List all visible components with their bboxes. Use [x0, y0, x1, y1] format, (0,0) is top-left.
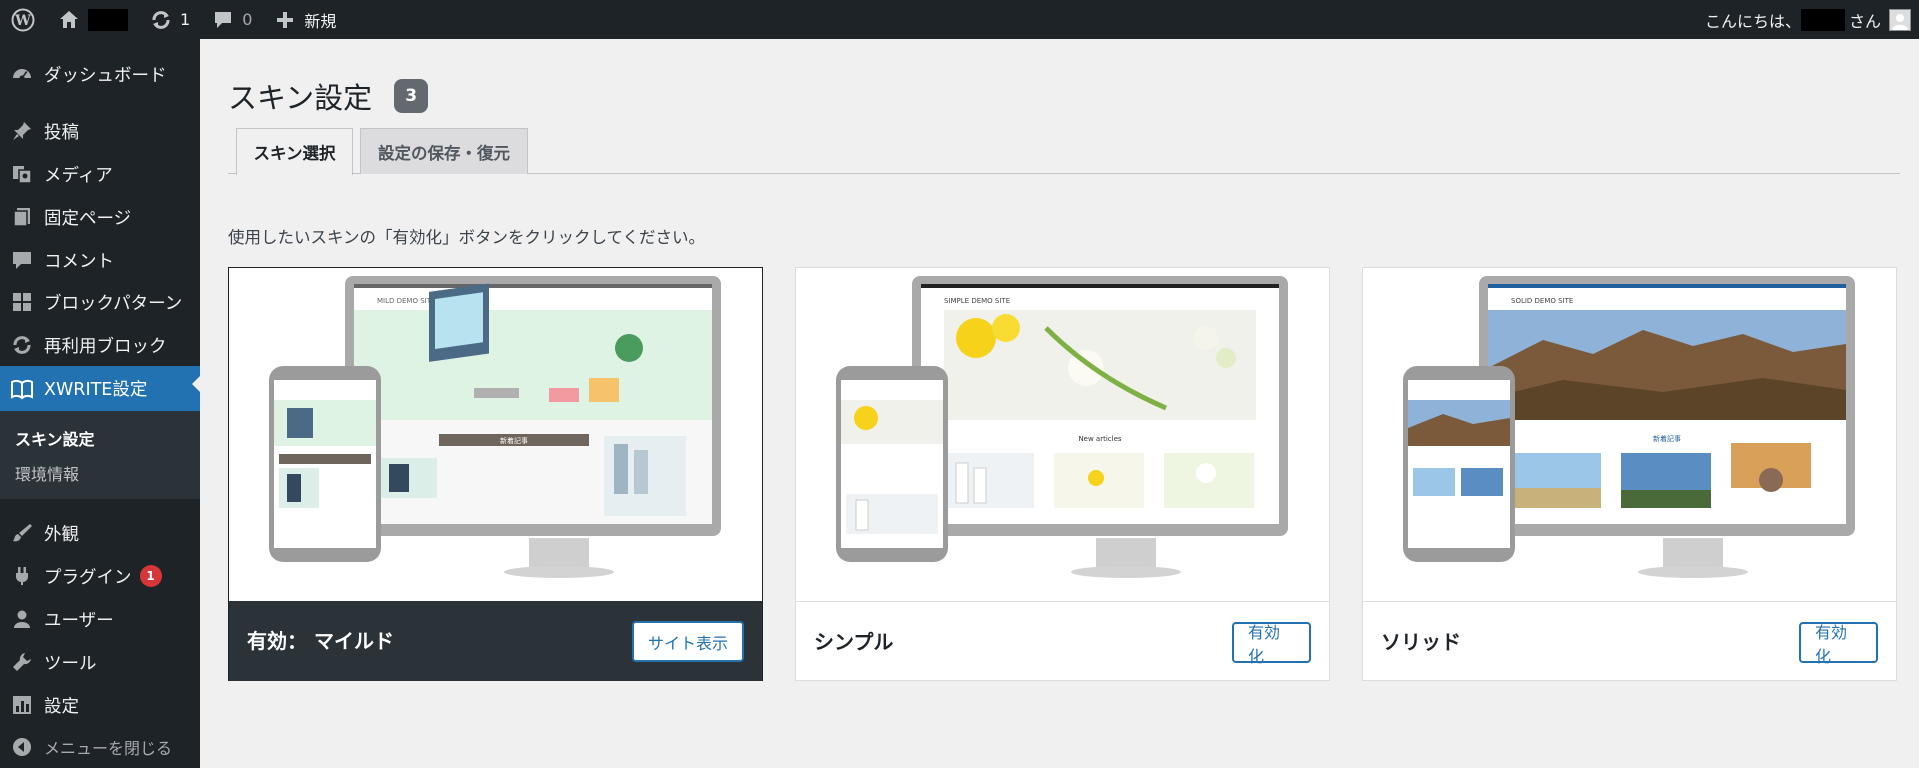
- page-title-text: スキン設定: [228, 81, 373, 115]
- sidebar-item-label: 固定ページ: [44, 208, 132, 229]
- sidebar-item-plugins[interactable]: プラグイン 1: [0, 558, 200, 594]
- greeting-prefix: こんにちは、: [1704, 11, 1801, 31]
- sidebar-item-media[interactable]: メディア: [0, 156, 200, 192]
- sidebar-item-posts[interactable]: 投稿: [0, 113, 200, 149]
- sidebar-item-label: ブロックパターン: [44, 293, 183, 314]
- sidebar-item-pages[interactable]: 固定ページ: [0, 199, 200, 235]
- new-content-link[interactable]: 新規: [262, 0, 346, 39]
- skin-name: 有効： マイルド: [247, 629, 394, 653]
- sidebar-item-users[interactable]: ユーザー: [0, 601, 200, 637]
- user-icon: [0, 608, 44, 630]
- refresh-icon: [148, 7, 174, 33]
- demo-section-label: 新着記事: [1653, 434, 1681, 443]
- skin-card-simple: SIMPLE DEMO SITE New articles シンプル 有効化: [795, 267, 1330, 681]
- sidebar-item-block-patterns[interactable]: ブロックパターン: [0, 284, 200, 320]
- media-icon: [0, 163, 44, 185]
- tab-save-restore[interactable]: 設定の保存・復元: [360, 128, 528, 174]
- collapse-menu-label: メニューを閉じる: [44, 739, 173, 758]
- skin-card-footer: シンプル 有効化: [796, 601, 1329, 681]
- demo-site-title: SOLID DEMO SITE: [1511, 297, 1573, 305]
- greeting-suffix: さん: [1848, 11, 1881, 31]
- sidebar-item-label: コメント: [44, 251, 114, 272]
- page-title: スキン設定 3: [228, 75, 429, 117]
- sidebar-item-xwrite-settings[interactable]: XWRITE設定: [0, 366, 200, 411]
- sidebar-item-label: ユーザー: [44, 610, 114, 631]
- submenu-item-environment-info[interactable]: 環境情報: [15, 461, 79, 485]
- tab-skin-select[interactable]: スキン選択: [236, 128, 353, 175]
- submenu-item-skin-settings[interactable]: スキン設定: [15, 426, 95, 450]
- collapse-menu-button[interactable]: メニューを閉じる: [0, 729, 200, 765]
- demo-site-title: MILD DEMO SITE: [377, 297, 435, 305]
- skin-card-footer: 有効： マイルド サイト表示: [229, 601, 762, 681]
- my-account-link[interactable]: こんにちは、 さん: [1705, 0, 1911, 39]
- wrench-icon: [0, 651, 44, 673]
- svg-text:W: W: [14, 13, 31, 29]
- demo-section-label: New articles: [1078, 435, 1121, 443]
- comments-count: 0: [242, 10, 253, 29]
- refresh-icon: [0, 334, 44, 356]
- demo-section-label: 新着記事: [500, 436, 528, 445]
- admin-sidebar: ダッシュボード 投稿 メディア 固定ページ コメント ブロックパターン 再利用ブ…: [0, 39, 200, 768]
- activate-button[interactable]: 有効化: [1232, 622, 1311, 666]
- activate-button[interactable]: 有効化: [1799, 622, 1878, 666]
- demo-site-title: SIMPLE DEMO SITE: [944, 297, 1010, 305]
- pin-icon: [0, 120, 44, 142]
- plugin-update-badge: 1: [139, 565, 162, 587]
- sidebar-item-label: ダッシュボード: [44, 65, 167, 86]
- skin-card-solid: SOLID DEMO SITE 新着記事 ソリッド 有効化: [1362, 267, 1897, 681]
- admin-bar: W 1 0 新規 こんにちは、 さん: [0, 0, 1919, 39]
- brush-icon: [0, 522, 44, 544]
- main-content: スキン設定 3 スキン選択 設定の保存・復元 使用したいスキンの「有効化」ボタン…: [200, 39, 1919, 768]
- wordpress-logo-button[interactable]: W: [0, 0, 46, 39]
- sidebar-item-label: 外観: [44, 524, 79, 545]
- new-label: 新規: [304, 11, 337, 31]
- site-home-link[interactable]: [46, 0, 138, 39]
- skin-name: シンプル: [814, 630, 894, 654]
- skin-name: ソリッド: [1381, 630, 1461, 654]
- skin-preview-image: SIMPLE DEMO SITE New articles: [796, 268, 1329, 601]
- dashboard-icon: [0, 63, 44, 85]
- title-count-badge: 3: [394, 79, 429, 113]
- collapse-arrow-icon: [0, 736, 44, 758]
- home-icon: [56, 7, 82, 33]
- view-site-button[interactable]: サイト表示: [631, 621, 744, 662]
- plus-icon: [272, 7, 298, 33]
- sidebar-item-reusable-blocks[interactable]: 再利用ブロック: [0, 327, 200, 363]
- skin-preview-image: SOLID DEMO SITE 新着記事: [1363, 268, 1896, 601]
- skin-preview-image: MILD DEMO SITE 新着記事: [229, 268, 762, 601]
- sidebar-item-label: 設定: [44, 696, 79, 717]
- settings-icon: [0, 694, 44, 716]
- avatar: [1889, 8, 1911, 31]
- tab-bar: スキン選択 設定の保存・復元: [228, 128, 1900, 175]
- sidebar-item-tools[interactable]: ツール: [0, 644, 200, 680]
- username-redacted: [1800, 8, 1845, 31]
- book-icon: [0, 378, 44, 400]
- sidebar-item-dashboard[interactable]: ダッシュボード: [0, 56, 200, 92]
- sidebar-item-label: メディア: [44, 165, 113, 186]
- sidebar-item-label: XWRITE設定: [44, 380, 148, 400]
- sidebar-item-label: ツール: [44, 653, 97, 674]
- sidebar-item-label: 投稿: [44, 122, 79, 143]
- sidebar-item-label: プラグイン: [44, 567, 132, 588]
- page-icon: [0, 206, 44, 228]
- comment-icon: [0, 249, 44, 271]
- sidebar-item-label: 再利用ブロック: [44, 336, 167, 357]
- updates-link[interactable]: 1: [138, 0, 200, 39]
- comments-link[interactable]: 0: [200, 0, 262, 39]
- sidebar-item-settings[interactable]: 設定: [0, 687, 200, 723]
- plugin-icon: [0, 565, 44, 587]
- wordpress-logo-icon: W: [10, 7, 36, 33]
- skin-card-footer: ソリッド 有効化: [1363, 601, 1896, 681]
- comment-icon: [210, 7, 236, 33]
- skin-card-mild: MILD DEMO SITE 新着記事 有効： マイルド サイト表示: [228, 267, 763, 681]
- updates-count: 1: [180, 10, 191, 29]
- sidebar-item-comments[interactable]: コメント: [0, 242, 200, 278]
- site-name-redacted: [88, 8, 128, 31]
- sidebar-item-appearance[interactable]: 外観: [0, 515, 200, 551]
- xwrite-submenu: スキン設定 環境情報: [0, 411, 200, 499]
- instruction-text: 使用したいスキンの「有効化」ボタンをクリックしてください。: [228, 228, 706, 247]
- grid-icon: [0, 291, 44, 313]
